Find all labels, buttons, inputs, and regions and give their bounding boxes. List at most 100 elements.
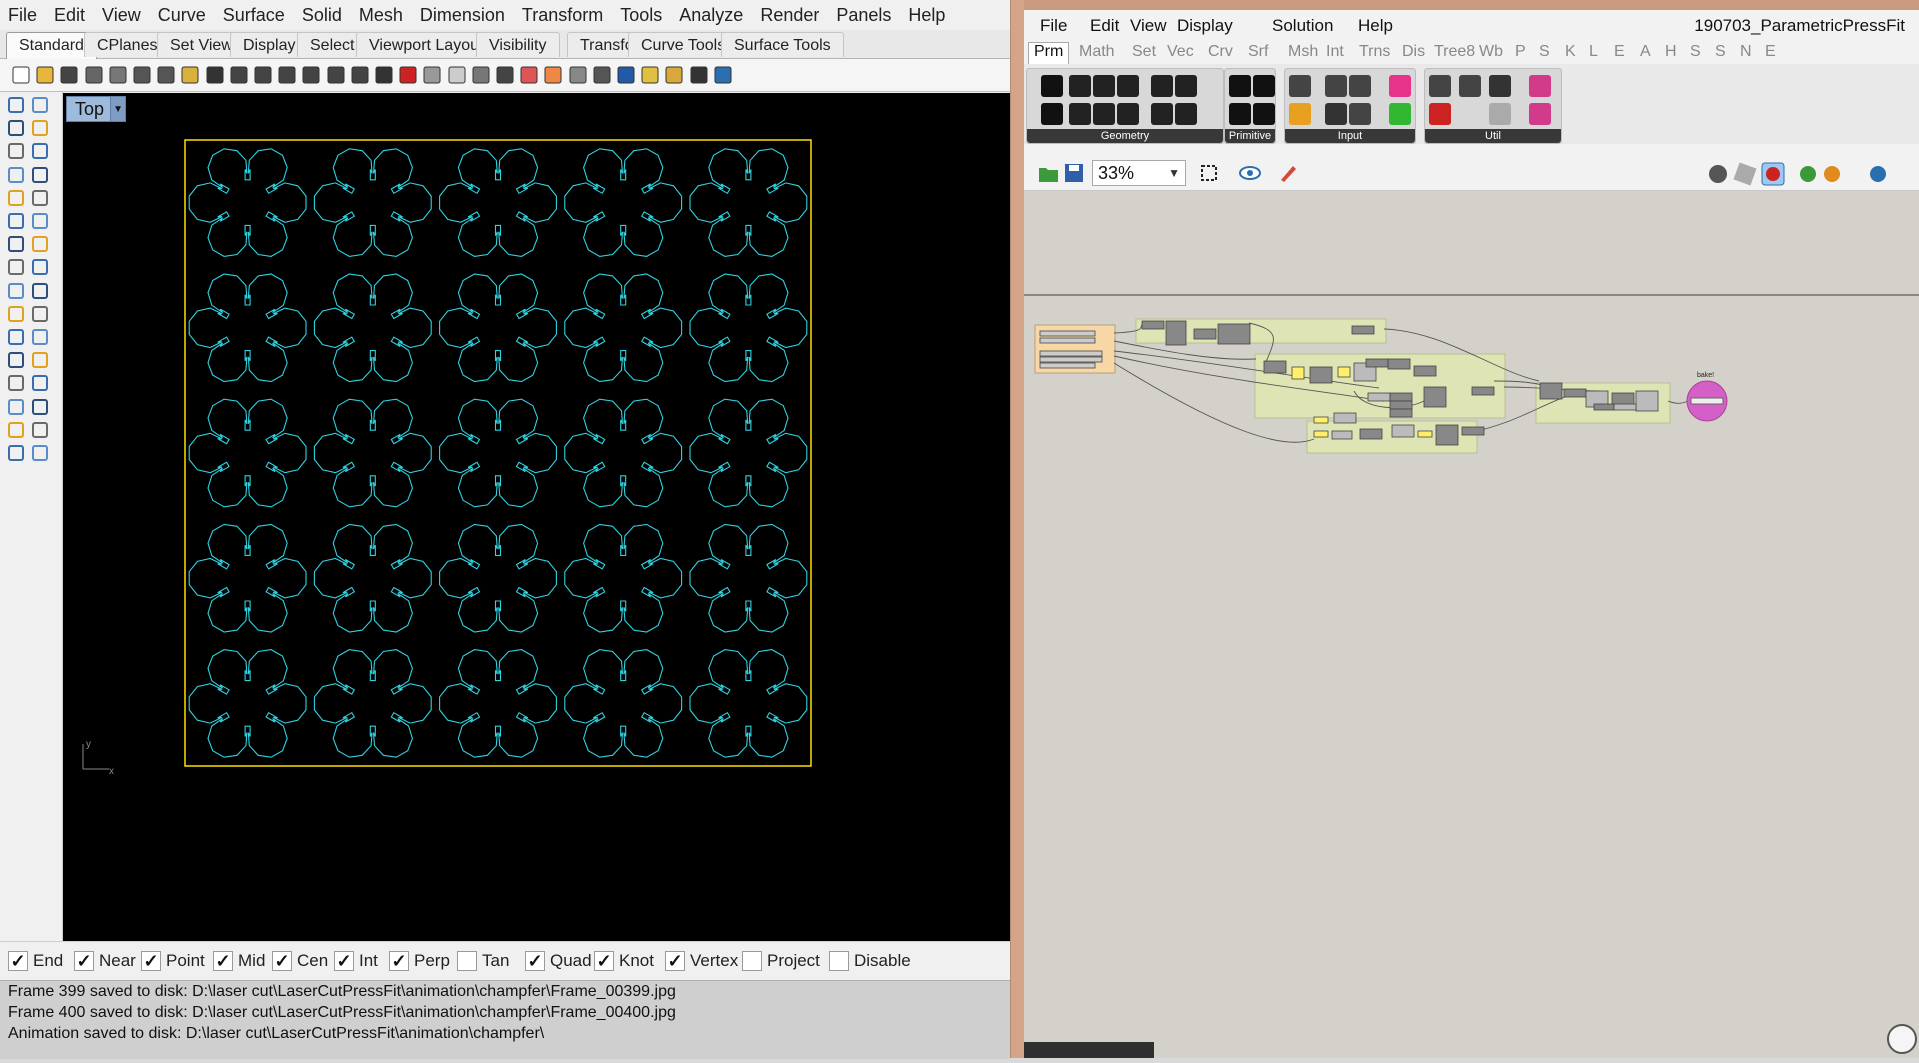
snowflake-piece[interactable] xyxy=(313,398,432,508)
osnap-project[interactable]: Project xyxy=(742,950,820,972)
osnap-checkbox[interactable]: ✓ xyxy=(272,951,292,971)
gh-component[interactable] xyxy=(1309,366,1333,384)
snowflake-piece[interactable] xyxy=(188,148,307,257)
gh-tab-int[interactable]: Int xyxy=(1326,43,1344,61)
snowflake-piece[interactable] xyxy=(689,273,808,383)
zoom-value[interactable]: 33% xyxy=(1093,163,1168,184)
snowflake-piece[interactable] xyxy=(188,398,307,508)
osnap-int[interactable]: ✓ Int xyxy=(334,950,378,972)
gh-component[interactable] xyxy=(1635,390,1659,412)
osnap-checkbox[interactable]: ✓ xyxy=(213,951,233,971)
point-icon[interactable] xyxy=(29,94,51,116)
open-file-icon[interactable] xyxy=(1038,163,1060,183)
analyze-icon[interactable] xyxy=(5,396,27,418)
osnap-end[interactable]: ✓ End xyxy=(8,950,63,972)
rhino-menu-file[interactable]: File xyxy=(0,5,46,26)
gh-tab-set[interactable]: Set xyxy=(1132,43,1156,61)
select-filter-icon[interactable] xyxy=(639,64,661,86)
select-arrow-icon[interactable] xyxy=(5,94,27,116)
gh-menu-solution[interactable]: Solution xyxy=(1272,16,1333,36)
zoom-extents-icon[interactable] xyxy=(1200,164,1220,182)
gh-component[interactable] xyxy=(1039,362,1096,369)
print-icon[interactable] xyxy=(83,64,105,86)
cylinder-icon[interactable] xyxy=(5,256,27,278)
gh-component[interactable] xyxy=(1351,325,1375,335)
gh-component[interactable] xyxy=(1387,358,1411,370)
gh-component[interactable] xyxy=(1613,403,1637,411)
gh-tab-l[interactable]: L xyxy=(1589,43,1598,61)
gh-component[interactable] xyxy=(1313,416,1329,424)
help-icon[interactable] xyxy=(712,64,734,86)
gh-tab-tree8[interactable]: Tree8 xyxy=(1434,43,1475,61)
gh-component-icon[interactable] xyxy=(1429,75,1451,97)
sphere-render-icon[interactable] xyxy=(615,64,637,86)
osnap-cen[interactable]: ✓ Cen xyxy=(272,950,328,972)
rendered-icon[interactable] xyxy=(591,64,613,86)
sketch-pen-icon[interactable] xyxy=(1278,163,1298,183)
lightbulb-icon[interactable] xyxy=(470,64,492,86)
gh-tab-wb[interactable]: Wb xyxy=(1479,43,1503,61)
copy-icon[interactable] xyxy=(155,64,177,86)
preview-eye-icon[interactable] xyxy=(1238,164,1262,182)
viewport-title[interactable]: Top ▼ xyxy=(66,96,127,122)
four-viewports-icon[interactable] xyxy=(373,64,395,86)
sphere-icon[interactable] xyxy=(29,233,51,255)
gh-component[interactable] xyxy=(1313,430,1329,438)
bake-component-input[interactable] xyxy=(1690,397,1724,405)
gh-component-icon[interactable] xyxy=(1349,103,1371,125)
transform-icon[interactable] xyxy=(5,372,27,394)
car-icon[interactable] xyxy=(397,64,419,86)
check-icon[interactable] xyxy=(5,419,27,441)
gh-tab-a[interactable]: A xyxy=(1640,43,1651,61)
gh-tab-s[interactable]: S xyxy=(1690,43,1701,61)
gh-tab-msh[interactable]: Msh xyxy=(1288,43,1318,61)
ortho-icon[interactable] xyxy=(688,64,710,86)
gh-tab-k[interactable]: K xyxy=(1565,43,1576,61)
osnap-point[interactable]: ✓ Point xyxy=(141,950,205,972)
gh-tab-dis[interactable]: Dis xyxy=(1402,43,1425,61)
rhino-menu-panels[interactable]: Panels xyxy=(828,5,900,26)
osnap-checkbox[interactable]: ✓ xyxy=(665,951,685,971)
polygon-icon[interactable] xyxy=(29,164,51,186)
snowflake-piece[interactable] xyxy=(564,398,683,508)
snowflake-piece[interactable] xyxy=(188,649,307,758)
gh-canvas[interactable]: bake! xyxy=(1024,191,1919,1058)
fillet-icon[interactable] xyxy=(5,210,27,232)
gh-component[interactable] xyxy=(1193,328,1217,340)
gh-component[interactable] xyxy=(1039,337,1096,344)
snowflake-piece[interactable] xyxy=(439,649,557,758)
zoom-select[interactable]: 33% ▼ xyxy=(1092,160,1186,186)
extrude-icon[interactable] xyxy=(29,280,51,302)
cone-icon[interactable] xyxy=(29,256,51,278)
osnap-checkbox[interactable]: ✓ xyxy=(8,951,28,971)
gh-component-icon[interactable] xyxy=(1325,103,1347,125)
osnap-vertex[interactable]: ✓ Vertex xyxy=(665,950,738,972)
gh-component[interactable] xyxy=(1337,366,1351,378)
gh-tab-p[interactable]: P xyxy=(1515,43,1526,61)
gh-component[interactable] xyxy=(1563,388,1587,398)
gh-tab-e[interactable]: E xyxy=(1765,43,1776,61)
dimension-icon[interactable] xyxy=(446,64,468,86)
arc-icon[interactable] xyxy=(5,164,27,186)
rhino-menu-view[interactable]: View xyxy=(94,5,150,26)
gh-component-icon[interactable] xyxy=(1151,75,1173,97)
zoom-extents-icon[interactable] xyxy=(325,64,347,86)
gh-component[interactable] xyxy=(1217,323,1251,345)
move-view-icon[interactable] xyxy=(252,64,274,86)
box-icon[interactable] xyxy=(5,233,27,255)
osnap-quad[interactable]: ✓ Quad xyxy=(525,950,592,972)
gh-component[interactable] xyxy=(1359,428,1383,440)
gh-tab-h[interactable]: H xyxy=(1665,43,1677,61)
gh-tab-trns[interactable]: Trns xyxy=(1359,43,1390,61)
top-viewport[interactable]: y x Top ▼ xyxy=(63,93,1010,941)
layer-icon[interactable] xyxy=(518,64,540,86)
undo-icon[interactable] xyxy=(204,64,226,86)
gh-component-icon[interactable] xyxy=(1117,103,1139,125)
surface-icon[interactable] xyxy=(5,280,27,302)
rhino-menu-render[interactable]: Render xyxy=(752,5,828,26)
gh-component[interactable] xyxy=(1141,320,1165,330)
snowflake-piece[interactable] xyxy=(564,523,683,633)
osnap-perp[interactable]: ✓ Perp xyxy=(389,950,450,972)
rhino-menu-mesh[interactable]: Mesh xyxy=(351,5,412,26)
rhino-menu-solid[interactable]: Solid xyxy=(294,5,351,26)
